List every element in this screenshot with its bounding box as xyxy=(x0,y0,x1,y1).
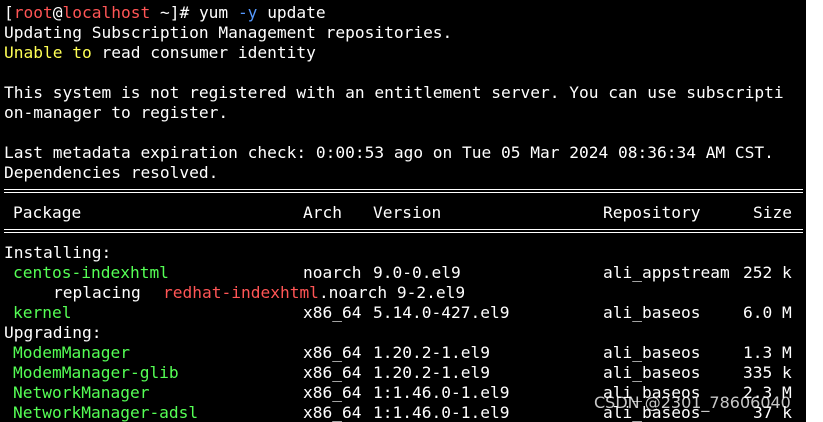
prompt-bracket: [ xyxy=(4,3,14,22)
package-version: 1.20.2-1.el9 xyxy=(373,363,490,382)
package-version: 1:1.46.0-1.el9 xyxy=(373,403,510,422)
not-registered-message-line1: This system is not registered with an en… xyxy=(4,83,784,102)
package-repository: ali_baseos xyxy=(603,343,701,362)
table-row: centos-indexhtml noarch 9.0-0.el9 ali_ap… xyxy=(4,263,804,283)
dependencies-resolved-message: Dependencies resolved. xyxy=(4,163,219,182)
package-name: NetworkManager-adsl xyxy=(13,403,199,422)
header-size: Size xyxy=(753,203,792,222)
command-name: yum xyxy=(198,3,229,22)
package-name: kernel xyxy=(13,303,72,322)
package-arch: x86_64 xyxy=(303,343,362,362)
command-arg: update xyxy=(267,3,326,22)
terminal-window[interactable]: [root@localhost ~]# yum -y update Updati… xyxy=(0,0,806,422)
updating-repos-message: Updating Subscription Management reposit… xyxy=(4,23,453,42)
replacing-package: redhat-indexhtml.noarch 9-2.el9 xyxy=(163,283,465,303)
package-name: ModemManager xyxy=(13,343,130,362)
package-arch: noarch xyxy=(303,263,362,282)
installing-section-label: Installing: xyxy=(4,243,112,262)
package-size: 1.3 M xyxy=(743,343,792,362)
upgrading-section-label: Upgrading: xyxy=(4,323,102,342)
table-rule-top xyxy=(4,185,803,197)
package-arch: x86_64 xyxy=(303,303,362,322)
not-registered-message-line2: on-manager to register. xyxy=(4,103,229,122)
header-package: Package xyxy=(13,203,82,222)
table-header-row: Package Arch Version Repository Size xyxy=(4,203,804,223)
to-word: to xyxy=(72,43,92,62)
package-name: ModemManager-glib xyxy=(13,363,179,382)
table-row: ModemManager x86_64 1.20.2-1.el9 ali_bas… xyxy=(4,343,804,363)
package-repository: ali_baseos xyxy=(603,303,701,322)
package-repository: ali_baseos xyxy=(603,363,701,382)
prompt-line: [root@localhost ~]# yum -y update xyxy=(4,3,326,23)
header-version: Version xyxy=(373,203,442,222)
package-version: 1.20.2-1.el9 xyxy=(373,343,490,362)
metadata-check-message: Last metadata expiration check: 0:00:53 … xyxy=(4,143,774,162)
package-repository: ali_appstream xyxy=(603,263,730,282)
package-version: 1:1.46.0-1.el9 xyxy=(373,383,510,402)
package-version: 5.14.0-427.el9 xyxy=(373,303,510,322)
package-name: NetworkManager xyxy=(13,383,150,402)
terminal-scrollbar[interactable] xyxy=(806,0,823,422)
replacing-word: replacing xyxy=(53,283,141,302)
unable-message: Unable to read consumer identity xyxy=(4,43,316,63)
replacing-row: replacing redhat-indexhtml.noarch 9-2.el… xyxy=(4,283,804,303)
package-name: centos-indexhtml xyxy=(13,263,169,282)
package-size: 252 k xyxy=(743,263,792,282)
prompt-host: localhost xyxy=(62,3,151,22)
header-arch: Arch xyxy=(303,203,342,222)
package-size: 6.0 M xyxy=(743,303,792,322)
replaced-package-rest: .noarch 9-2.el9 xyxy=(318,283,466,302)
unable-rest: read consumer identity xyxy=(101,43,316,62)
table-row: ModemManager-glib x86_64 1.20.2-1.el9 al… xyxy=(4,363,804,383)
replaced-package-name: redhat-indexhtml xyxy=(163,283,319,302)
package-arch: x86_64 xyxy=(303,403,362,422)
prompt-path: ~]# xyxy=(150,3,199,22)
table-rule-bottom xyxy=(4,225,803,237)
package-version: 9.0-0.el9 xyxy=(373,263,461,282)
unable-word: Unable xyxy=(4,43,63,62)
command-option: -y xyxy=(237,3,258,22)
package-arch: x86_64 xyxy=(303,363,362,382)
prompt-user: root xyxy=(13,3,53,22)
header-repository: Repository xyxy=(603,203,701,222)
package-size: 335 k xyxy=(743,363,792,382)
table-row: kernel x86_64 5.14.0-427.el9 ali_baseos … xyxy=(4,303,804,323)
package-arch: x86_64 xyxy=(303,383,362,402)
csdn-watermark: CSDN @2301_78606040 xyxy=(594,393,791,412)
